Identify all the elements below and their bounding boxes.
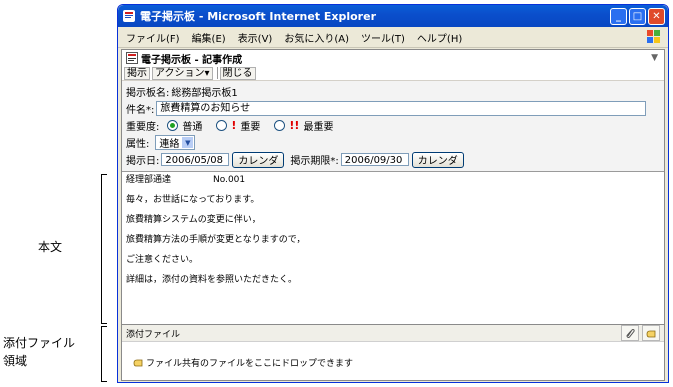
browser-window: 電子掲示板 - Microsoft Internet Explorer _ □ … — [117, 4, 669, 383]
attr-label: 属性: — [126, 139, 150, 150]
page-title: 電子掲示板 - 記事作成 — [141, 54, 243, 66]
deadline-input[interactable]: 2006/09/30 — [340, 153, 409, 166]
attachment-header-label: 添付ファイル — [126, 329, 181, 340]
body-line: 経理部通達 No.001 — [126, 175, 246, 185]
toolbar-divider — [216, 67, 218, 79]
annotation-attach-label: 添付ファイル 領域 — [3, 336, 76, 368]
body-line: 旅費精算方法の手順が変更となりますので， — [126, 235, 306, 245]
annotation-body-label: 本文 — [38, 240, 63, 254]
critical-icon: !! — [289, 119, 300, 132]
subject-input[interactable]: 旅費精算のお知らせ — [156, 101, 647, 116]
priority-critical-label: 最重要 — [303, 122, 334, 133]
page-header: 電子掲示板 - 記事作成 ▼ — [122, 50, 664, 66]
menu-bar: ファイル(F) 編集(E) 表示(V) お気に入り(A) ツール(T) ヘルプ(… — [118, 27, 668, 48]
menu-tools[interactable]: ツール(T) — [361, 30, 405, 45]
menu-view[interactable]: 表示(V) — [238, 30, 273, 45]
body-line: 詳細は，添付の資料を参照いただきたく。 — [126, 275, 298, 285]
toolbar: 掲示 アクション▾ 閉じる — [122, 66, 664, 81]
attachment-drop-area[interactable]: ファイル共有のファイルをここにドロップできます — [122, 342, 664, 382]
windows-logo-icon — [646, 29, 662, 45]
attr-select[interactable]: 連絡 ▼ — [155, 135, 196, 150]
title-bar[interactable]: 電子掲示板 - Microsoft Internet Explorer _ □ … — [118, 5, 668, 27]
window-title: 電子掲示板 - Microsoft Internet Explorer — [140, 10, 376, 23]
menu-help[interactable]: ヘルプ(H) — [417, 30, 462, 45]
page-content: 電子掲示板 - 記事作成 ▼ 掲示 アクション▾ 閉じる 掲示板名: 総務部掲示… — [121, 49, 665, 381]
chevron-down-icon: ▼ — [182, 137, 194, 148]
article-form: 掲示板名: 総務部掲示板1 件名*: 旅費精算のお知らせ 重要度: 普通 ! 重… — [122, 81, 664, 172]
body-line: 旅費精算システムの変更に伴い， — [126, 215, 261, 225]
annotation-body-bracket — [101, 174, 107, 324]
priority-important-label: 重要 — [240, 122, 261, 133]
paperclip-icon[interactable] — [621, 325, 639, 341]
board-value: 総務部掲示板1 — [171, 88, 238, 99]
menu-edit[interactable]: 編集(E) — [192, 30, 226, 45]
close-page-button[interactable]: 閉じる — [219, 66, 256, 80]
drop-hand-icon[interactable] — [642, 325, 660, 341]
important-icon: ! — [231, 119, 237, 132]
priority-label: 重要度: — [126, 122, 160, 133]
drop-hint: ファイル共有のファイルをここにドロップできます — [146, 358, 354, 369]
close-button[interactable]: ✕ — [648, 7, 665, 25]
post-date-label: 掲示日: — [126, 156, 160, 167]
deadline-calendar-button[interactable]: カレンダ — [411, 151, 464, 168]
board-label: 掲示板名: — [126, 88, 170, 99]
subject-label: 件名*: — [126, 105, 155, 116]
menu-file[interactable]: ファイル(F) — [126, 30, 180, 45]
priority-critical-radio[interactable] — [274, 120, 286, 131]
collapse-icon[interactable]: ▼ — [651, 53, 658, 63]
ie-icon — [122, 9, 136, 23]
post-date-input[interactable]: 2006/05/08 — [161, 153, 230, 166]
post-button[interactable]: 掲示 — [124, 66, 150, 80]
action-menu-button[interactable]: アクション▾ — [152, 66, 213, 80]
attr-select-value: 連絡 — [159, 139, 180, 150]
minimize-button[interactable]: _ — [610, 7, 627, 25]
board-icon — [126, 52, 138, 64]
body-line: ご注意ください。 — [126, 255, 199, 265]
priority-normal-radio[interactable] — [167, 120, 179, 131]
maximize-button[interactable]: □ — [629, 7, 646, 25]
post-date-calendar-button[interactable]: カレンダ — [232, 151, 285, 168]
attachment-header: 添付ファイル — [122, 325, 664, 342]
annotation-attach-bracket — [101, 326, 107, 382]
menu-favorites[interactable]: お気に入り(A) — [284, 30, 349, 45]
priority-important-radio[interactable] — [216, 120, 228, 131]
priority-normal-label: 普通 — [182, 122, 203, 133]
drop-hand-icon — [132, 356, 144, 368]
deadline-label: 掲示期限*: — [290, 156, 339, 167]
body-editor[interactable]: 経理部通達 No.001 毎々，お世話になっております。 旅費精算システムの変更に… — [122, 172, 664, 325]
body-line: 毎々，お世話になっております。 — [126, 195, 260, 205]
